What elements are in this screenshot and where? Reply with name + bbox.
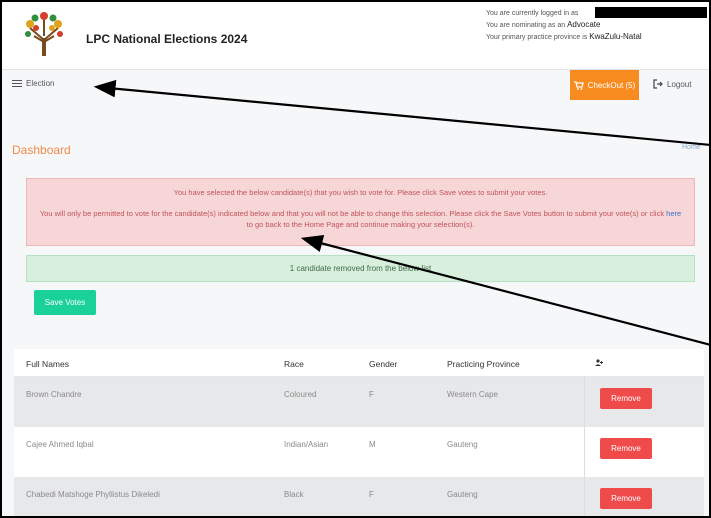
logout-icon	[653, 79, 663, 89]
header-full-names: Full Names	[26, 359, 69, 369]
top-header: LPC National Elections 2024 You are curr…	[2, 2, 709, 69]
login-line-role: You are nominating as an Advocate	[486, 19, 642, 31]
save-votes-button[interactable]: Save Votes	[34, 290, 96, 315]
cell-province: Gauteng	[447, 490, 478, 499]
role-value: Advocate	[567, 20, 601, 29]
cell-full-name: Cajee Ahmed Iqbal	[26, 440, 94, 449]
cell-gender: F	[369, 390, 374, 399]
redacted-username	[595, 7, 707, 18]
alert-text-before: You will only be permitted to vote for t…	[39, 209, 667, 218]
here-link[interactable]: here	[666, 209, 681, 218]
header-gender: Gender	[369, 359, 398, 369]
remove-button[interactable]: Remove	[600, 488, 652, 509]
cell-race: Black	[284, 490, 304, 499]
checkout-label: CheckOut (5)	[587, 80, 636, 90]
election-label: Election	[26, 79, 55, 88]
column-divider	[584, 377, 585, 427]
login-line-province: Your primary practice province is KwaZul…	[486, 31, 642, 43]
hamburger-icon	[12, 79, 22, 88]
cell-race: Coloured	[284, 390, 317, 399]
table-row: Cajee Ahmed Iqbal Indian/Asian M Gauteng…	[14, 427, 704, 477]
success-alert: 1 candidate removed from the below list	[26, 255, 695, 282]
remove-button[interactable]: Remove	[600, 438, 652, 459]
candidates-table: Full Names Race Gender Practicing Provin…	[14, 349, 704, 516]
browser-frame: LPC National Elections 2024 You are curr…	[0, 0, 711, 518]
table-header: Full Names Race Gender Practicing Provin…	[14, 349, 704, 377]
info-alert: You have selected the below candidate(s)…	[26, 178, 695, 246]
cell-full-name: Chabedi Matshoge Phyllistus Dikeledi	[26, 490, 160, 499]
role-prefix: You are nominating as an	[486, 22, 566, 29]
cell-province: Gauteng	[447, 440, 478, 449]
alert-line-2: You will only be permitted to vote for t…	[37, 208, 684, 230]
column-divider	[584, 427, 585, 477]
page-title: Dashboard	[12, 143, 71, 157]
cell-race: Indian/Asian	[284, 440, 329, 449]
column-divider	[584, 477, 585, 516]
cell-gender: F	[369, 490, 374, 499]
alert-line-1: You have selected the below candidate(s)…	[173, 188, 548, 197]
person-add-icon	[595, 359, 603, 366]
alert-text-after: to go back to the Home Page and continue…	[246, 220, 475, 229]
checkout-button[interactable]: CheckOut (5)	[570, 70, 639, 100]
app-title: LPC National Elections 2024	[86, 32, 248, 46]
table-row: Chabedi Matshoge Phyllistus Dikeledi Bla…	[14, 477, 704, 516]
cell-province: Western Cape	[447, 390, 498, 399]
home-breadcrumb-link[interactable]: Home	[682, 144, 701, 151]
header-race: Race	[284, 359, 304, 369]
logout-button[interactable]: Logout	[653, 79, 691, 89]
cell-full-name: Brown Chandre	[26, 390, 82, 399]
logo-tree-icon	[25, 12, 63, 56]
table-row: Brown Chandre Coloured F Western Cape Re…	[14, 377, 704, 427]
header-province: Practicing Province	[447, 359, 520, 369]
election-menu-button[interactable]: Election	[12, 79, 54, 88]
logout-label: Logout	[667, 79, 692, 89]
nav-bar: Election CheckOut (5) Logout	[2, 69, 709, 100]
cart-icon	[573, 80, 584, 90]
remove-button[interactable]: Remove	[600, 388, 652, 409]
province-prefix: Your primary practice province is	[486, 34, 588, 41]
province-value: KwaZulu-Natal	[589, 32, 642, 41]
cell-gender: M	[369, 440, 376, 449]
